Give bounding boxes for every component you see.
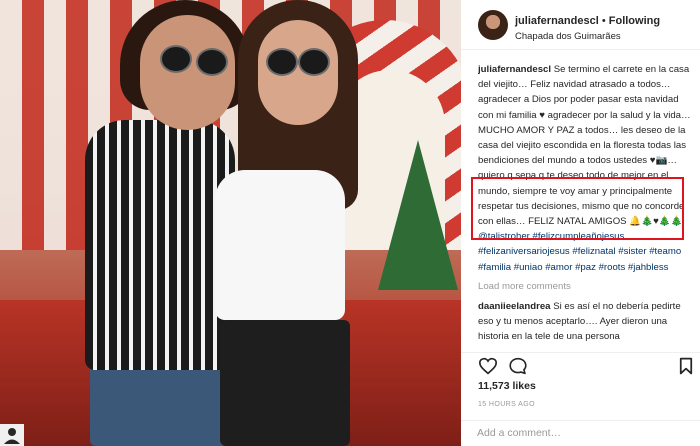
hashtag-link[interactable]: #uniao — [514, 262, 543, 273]
action-bar — [461, 352, 700, 378]
comment-author[interactable]: daaniieelandrea — [478, 301, 551, 312]
sunglasses-lens — [196, 48, 228, 76]
user-tag-icon[interactable] — [0, 424, 24, 446]
avatar[interactable] — [478, 10, 508, 40]
comment-item: daaniieelandrea Si es así el no debería … — [478, 299, 696, 342]
hashtag-link[interactable]: #familia — [478, 262, 511, 273]
likes-count[interactable]: 11,573 likes — [478, 380, 536, 392]
bookmark-icon[interactable] — [679, 357, 693, 380]
hashtag-link[interactable]: #sister — [618, 246, 646, 257]
person-right-face — [258, 20, 338, 125]
username-link[interactable]: juliafernandescl — [515, 15, 599, 27]
hashtag-link[interactable]: #feliznatal — [572, 246, 615, 257]
add-comment-bar — [461, 420, 700, 446]
sunglasses-lens — [266, 48, 298, 76]
comment-icon[interactable] — [508, 357, 528, 380]
post-photo[interactable] — [0, 0, 461, 446]
hashtag-link[interactable]: #teamo — [649, 246, 681, 257]
location-link[interactable]: Chapada dos Guimarães — [515, 31, 621, 42]
hashtag-link[interactable]: #paz — [575, 262, 596, 273]
sunglasses-lens — [298, 48, 330, 76]
caption-text-1: Se termino el carrete en la casa del vie… — [478, 64, 691, 167]
caption: juliafernandescl Se termino el carrete e… — [478, 62, 696, 275]
load-more-comments-button[interactable]: Load more comments — [478, 279, 696, 294]
christmas-tree — [378, 140, 458, 290]
heart-icon[interactable] — [478, 357, 498, 380]
person-right-top — [215, 170, 345, 320]
following-button[interactable]: Following — [609, 15, 660, 27]
highlight-box — [471, 177, 684, 240]
caption-author[interactable]: juliafernandescl — [478, 64, 551, 75]
header-user-line: juliafernandescl • Following — [515, 15, 660, 27]
person-left-shorts — [90, 360, 240, 446]
hashtag-link[interactable]: #roots — [599, 262, 626, 273]
post-timestamp: 15 HOURS AGO — [478, 401, 535, 408]
person-right-shorts — [220, 320, 350, 446]
person-left-body — [85, 120, 235, 370]
hashtag-link[interactable]: #amor — [545, 262, 572, 273]
hashtag-link[interactable]: #felizaniversariojesus — [478, 246, 570, 257]
separator-dot: • — [601, 15, 606, 27]
sunglasses-lens — [160, 45, 192, 73]
comment-input[interactable] — [477, 427, 677, 439]
hashtag-link[interactable]: #jahbless — [628, 262, 669, 273]
post-header: juliafernandescl • Following Chapada dos… — [461, 0, 700, 50]
